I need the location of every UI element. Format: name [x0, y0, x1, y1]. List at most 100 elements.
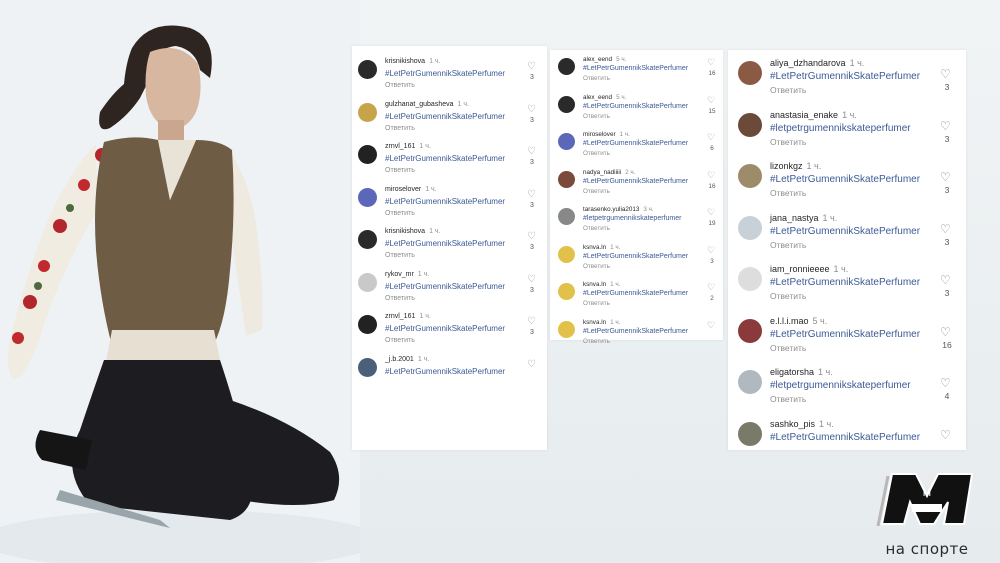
user-avatar[interactable]: [358, 272, 377, 292]
heart-icon[interactable]: ♡: [707, 170, 715, 180]
heart-icon[interactable]: ♡: [527, 104, 536, 115]
reply-button[interactable]: Ответить: [385, 167, 415, 174]
user-avatar[interactable]: [558, 320, 575, 338]
reply-button[interactable]: Ответить: [385, 125, 415, 132]
username-text[interactable]: rykov_mr: [385, 271, 414, 278]
comment-username[interactable]: ksnva.ln 1 ч.: [583, 319, 620, 326]
user-avatar[interactable]: [558, 283, 575, 300]
reply-button[interactable]: Ответить: [583, 150, 610, 157]
hashtag-link[interactable]: #LetPetrGumennikSkatePerfumer: [385, 154, 505, 163]
heart-icon[interactable]: ♡: [527, 62, 536, 72]
heart-icon[interactable]: ♡: [527, 189, 536, 200]
username-text[interactable]: _j.b.2001: [385, 356, 414, 363]
reply-button[interactable]: Ответить: [583, 225, 610, 232]
username-text[interactable]: eligatorsha: [770, 367, 814, 377]
reply-button[interactable]: Ответить: [770, 188, 806, 198]
comment-username[interactable]: lizonkgz 1 ч.: [770, 161, 821, 171]
hashtag-link[interactable]: #LetPetrGumennikSkatePerfumer: [583, 140, 688, 147]
user-avatar[interactable]: [738, 164, 762, 188]
hashtag-link[interactable]: #LetPetrGumennikSkatePerfumer: [770, 277, 920, 288]
comment-username[interactable]: eligatorsha 1 ч.: [770, 367, 833, 377]
reply-button[interactable]: Ответить: [385, 210, 415, 217]
user-avatar[interactable]: [558, 133, 575, 150]
user-avatar[interactable]: [738, 267, 762, 291]
user-avatar[interactable]: [738, 112, 762, 137]
comment-username[interactable]: _j.b.2001 1 ч.: [385, 356, 429, 363]
reply-button[interactable]: Ответить: [583, 338, 610, 345]
hashtag-link[interactable]: #LetPetrGumennikSkatePerfumer: [583, 178, 688, 185]
username-text[interactable]: zrnvl_161: [385, 313, 415, 320]
reply-button[interactable]: Ответить: [385, 82, 415, 89]
hashtag-link[interactable]: #LetPetrGumennikSkatePerfumer: [770, 432, 920, 443]
hashtag-link[interactable]: #LetPetrGumennikSkatePerfumer: [385, 239, 505, 248]
heart-icon[interactable]: ♡: [527, 359, 536, 370]
user-avatar[interactable]: [558, 58, 575, 75]
heart-icon[interactable]: ♡: [707, 95, 715, 105]
comment-username[interactable]: ksnva.ln 1 ч.: [583, 244, 620, 251]
username-text[interactable]: sashko_pis: [770, 419, 815, 429]
username-text[interactable]: e.l.l.i.mao: [770, 316, 809, 326]
username-text[interactable]: krisnikishova: [385, 228, 425, 235]
heart-icon[interactable]: ♡: [940, 429, 951, 441]
reply-button[interactable]: Ответить: [770, 394, 806, 404]
comment-username[interactable]: miroselover 1 ч.: [385, 186, 437, 193]
comment-username[interactable]: zrnvl_161 1 ч.: [385, 313, 431, 320]
user-avatar[interactable]: [358, 145, 377, 164]
hashtag-link[interactable]: #LetPetrGumennikSkatePerfumer: [770, 71, 920, 82]
reply-button[interactable]: Ответить: [385, 295, 415, 302]
heart-icon[interactable]: ♡: [940, 377, 951, 389]
username-text[interactable]: ksnva.ln: [583, 319, 606, 326]
heart-icon[interactable]: ♡: [940, 223, 951, 235]
hashtag-link[interactable]: #LetPetrGumennikSkatePerfumer: [583, 65, 688, 72]
hashtag-link[interactable]: #letpetrgumennikskateperfumer: [583, 215, 681, 222]
username-text[interactable]: ksnva.ln: [583, 281, 606, 288]
user-avatar[interactable]: [558, 95, 575, 113]
user-avatar[interactable]: [738, 318, 762, 343]
user-avatar[interactable]: [738, 421, 762, 446]
user-avatar[interactable]: [738, 61, 762, 85]
heart-icon[interactable]: ♡: [707, 283, 715, 292]
username-text[interactable]: anastasia_enake: [770, 110, 838, 120]
reply-button[interactable]: Ответить: [583, 263, 610, 270]
reply-button[interactable]: Ответить: [770, 137, 806, 147]
user-avatar[interactable]: [358, 187, 377, 207]
heart-icon[interactable]: ♡: [527, 232, 536, 242]
heart-icon[interactable]: ♡: [940, 326, 951, 338]
reply-button[interactable]: Ответить: [583, 300, 610, 307]
comment-username[interactable]: tarasenko.yulia2013 3 ч.: [583, 206, 654, 213]
user-avatar[interactable]: [358, 102, 377, 122]
username-text[interactable]: krisnikishova: [385, 58, 425, 65]
comment-username[interactable]: sashko_pis 1 ч.: [770, 419, 834, 429]
comment-username[interactable]: jana_nastya 1 ч.: [770, 213, 837, 223]
heart-icon[interactable]: ♡: [940, 274, 951, 286]
hashtag-link[interactable]: #letpetrgumennikskateperfumer: [770, 123, 911, 134]
comment-username[interactable]: e.l.l.i.mao 5 ч.: [770, 316, 827, 326]
hashtag-link[interactable]: #LetPetrGumennikSkatePerfumer: [385, 282, 505, 291]
reply-button[interactable]: Ответить: [583, 75, 610, 82]
heart-icon[interactable]: ♡: [940, 171, 951, 183]
heart-icon[interactable]: ♡: [527, 274, 536, 285]
heart-icon[interactable]: ♡: [707, 320, 715, 330]
user-avatar[interactable]: [738, 215, 762, 240]
heart-icon[interactable]: ♡: [707, 58, 715, 67]
comment-username[interactable]: rykov_mr 1 ч.: [385, 271, 429, 278]
username-text[interactable]: miroselover: [583, 131, 616, 138]
user-avatar[interactable]: [358, 315, 377, 334]
comment-username[interactable]: iam_ronnieeee 1 ч.: [770, 264, 848, 274]
hashtag-link[interactable]: #LetPetrGumennikSkatePerfumer: [583, 328, 688, 335]
username-text[interactable]: alex_eend: [583, 94, 612, 101]
reply-button[interactable]: Ответить: [770, 240, 806, 250]
reply-button[interactable]: Ответить: [385, 252, 415, 259]
comment-username[interactable]: nadya_nadiiiii 2 ч.: [583, 169, 635, 176]
username-text[interactable]: zrnvl_161: [385, 143, 415, 150]
hashtag-link[interactable]: #LetPetrGumennikSkatePerfumer: [770, 226, 920, 237]
heart-icon[interactable]: ♡: [707, 133, 715, 142]
user-avatar[interactable]: [738, 370, 762, 394]
comment-username[interactable]: krisnikishova 1 ч.: [385, 58, 441, 65]
comment-username[interactable]: gulzhanat_gubasheva 1 ч.: [385, 101, 469, 108]
hashtag-link[interactable]: #LetPetrGumennikSkatePerfumer: [385, 324, 505, 333]
comment-username[interactable]: alex_eend 5 ч.: [583, 56, 626, 63]
hashtag-link[interactable]: #LetPetrGumennikSkatePerfumer: [385, 69, 505, 78]
heart-icon[interactable]: ♡: [527, 317, 536, 327]
reply-button[interactable]: Ответить: [770, 85, 806, 95]
